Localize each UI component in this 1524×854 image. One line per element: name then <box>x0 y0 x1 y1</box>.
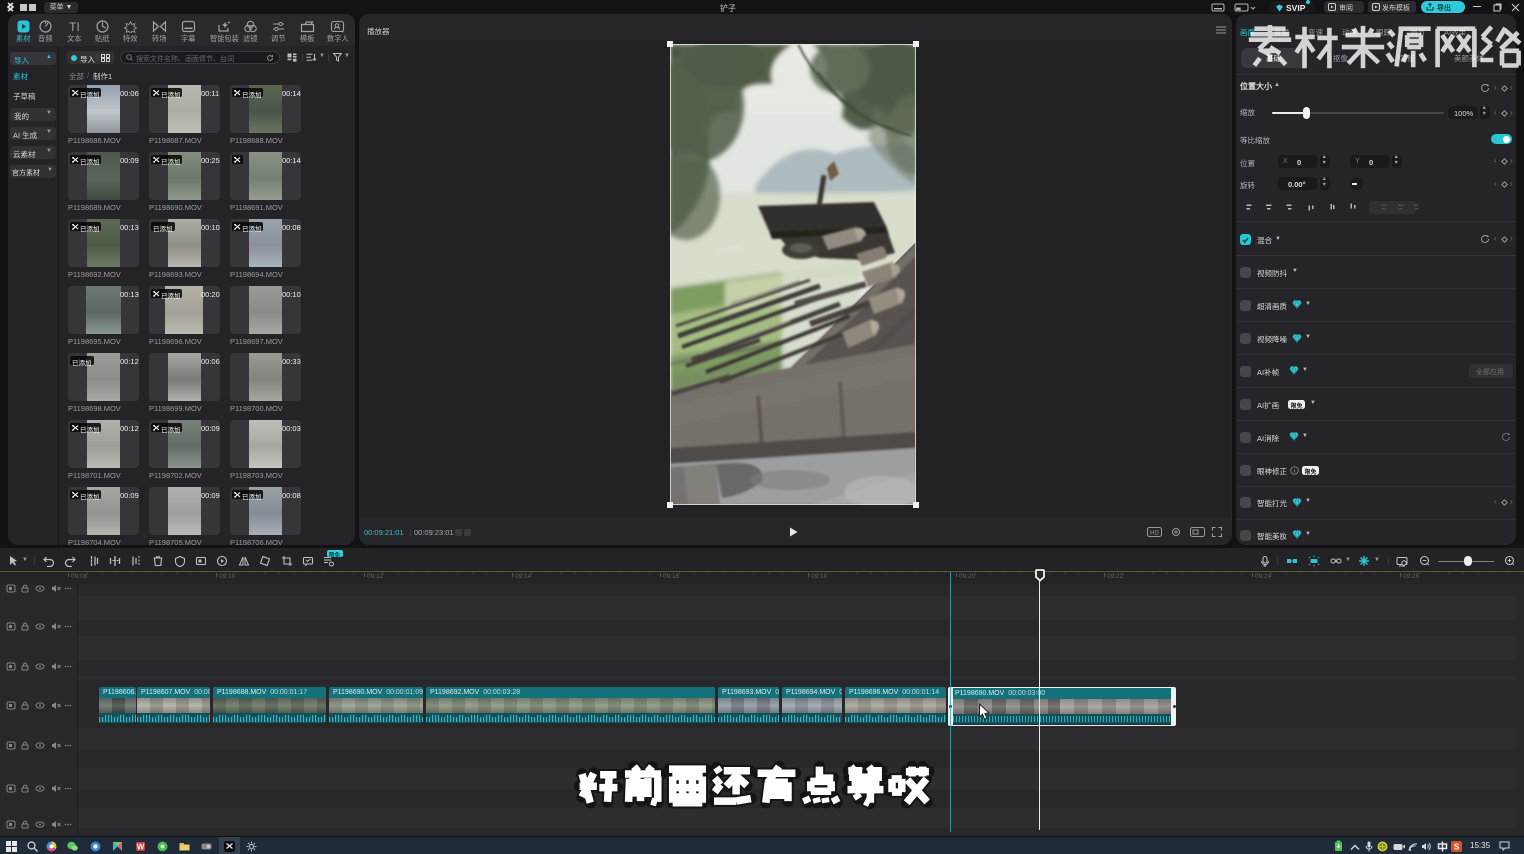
svg-text:W: W <box>137 843 145 852</box>
svg-text:S: S <box>1454 843 1460 852</box>
svg-text:TI: TI <box>69 20 80 33</box>
svg-text:HD: HD <box>1150 531 1159 537</box>
